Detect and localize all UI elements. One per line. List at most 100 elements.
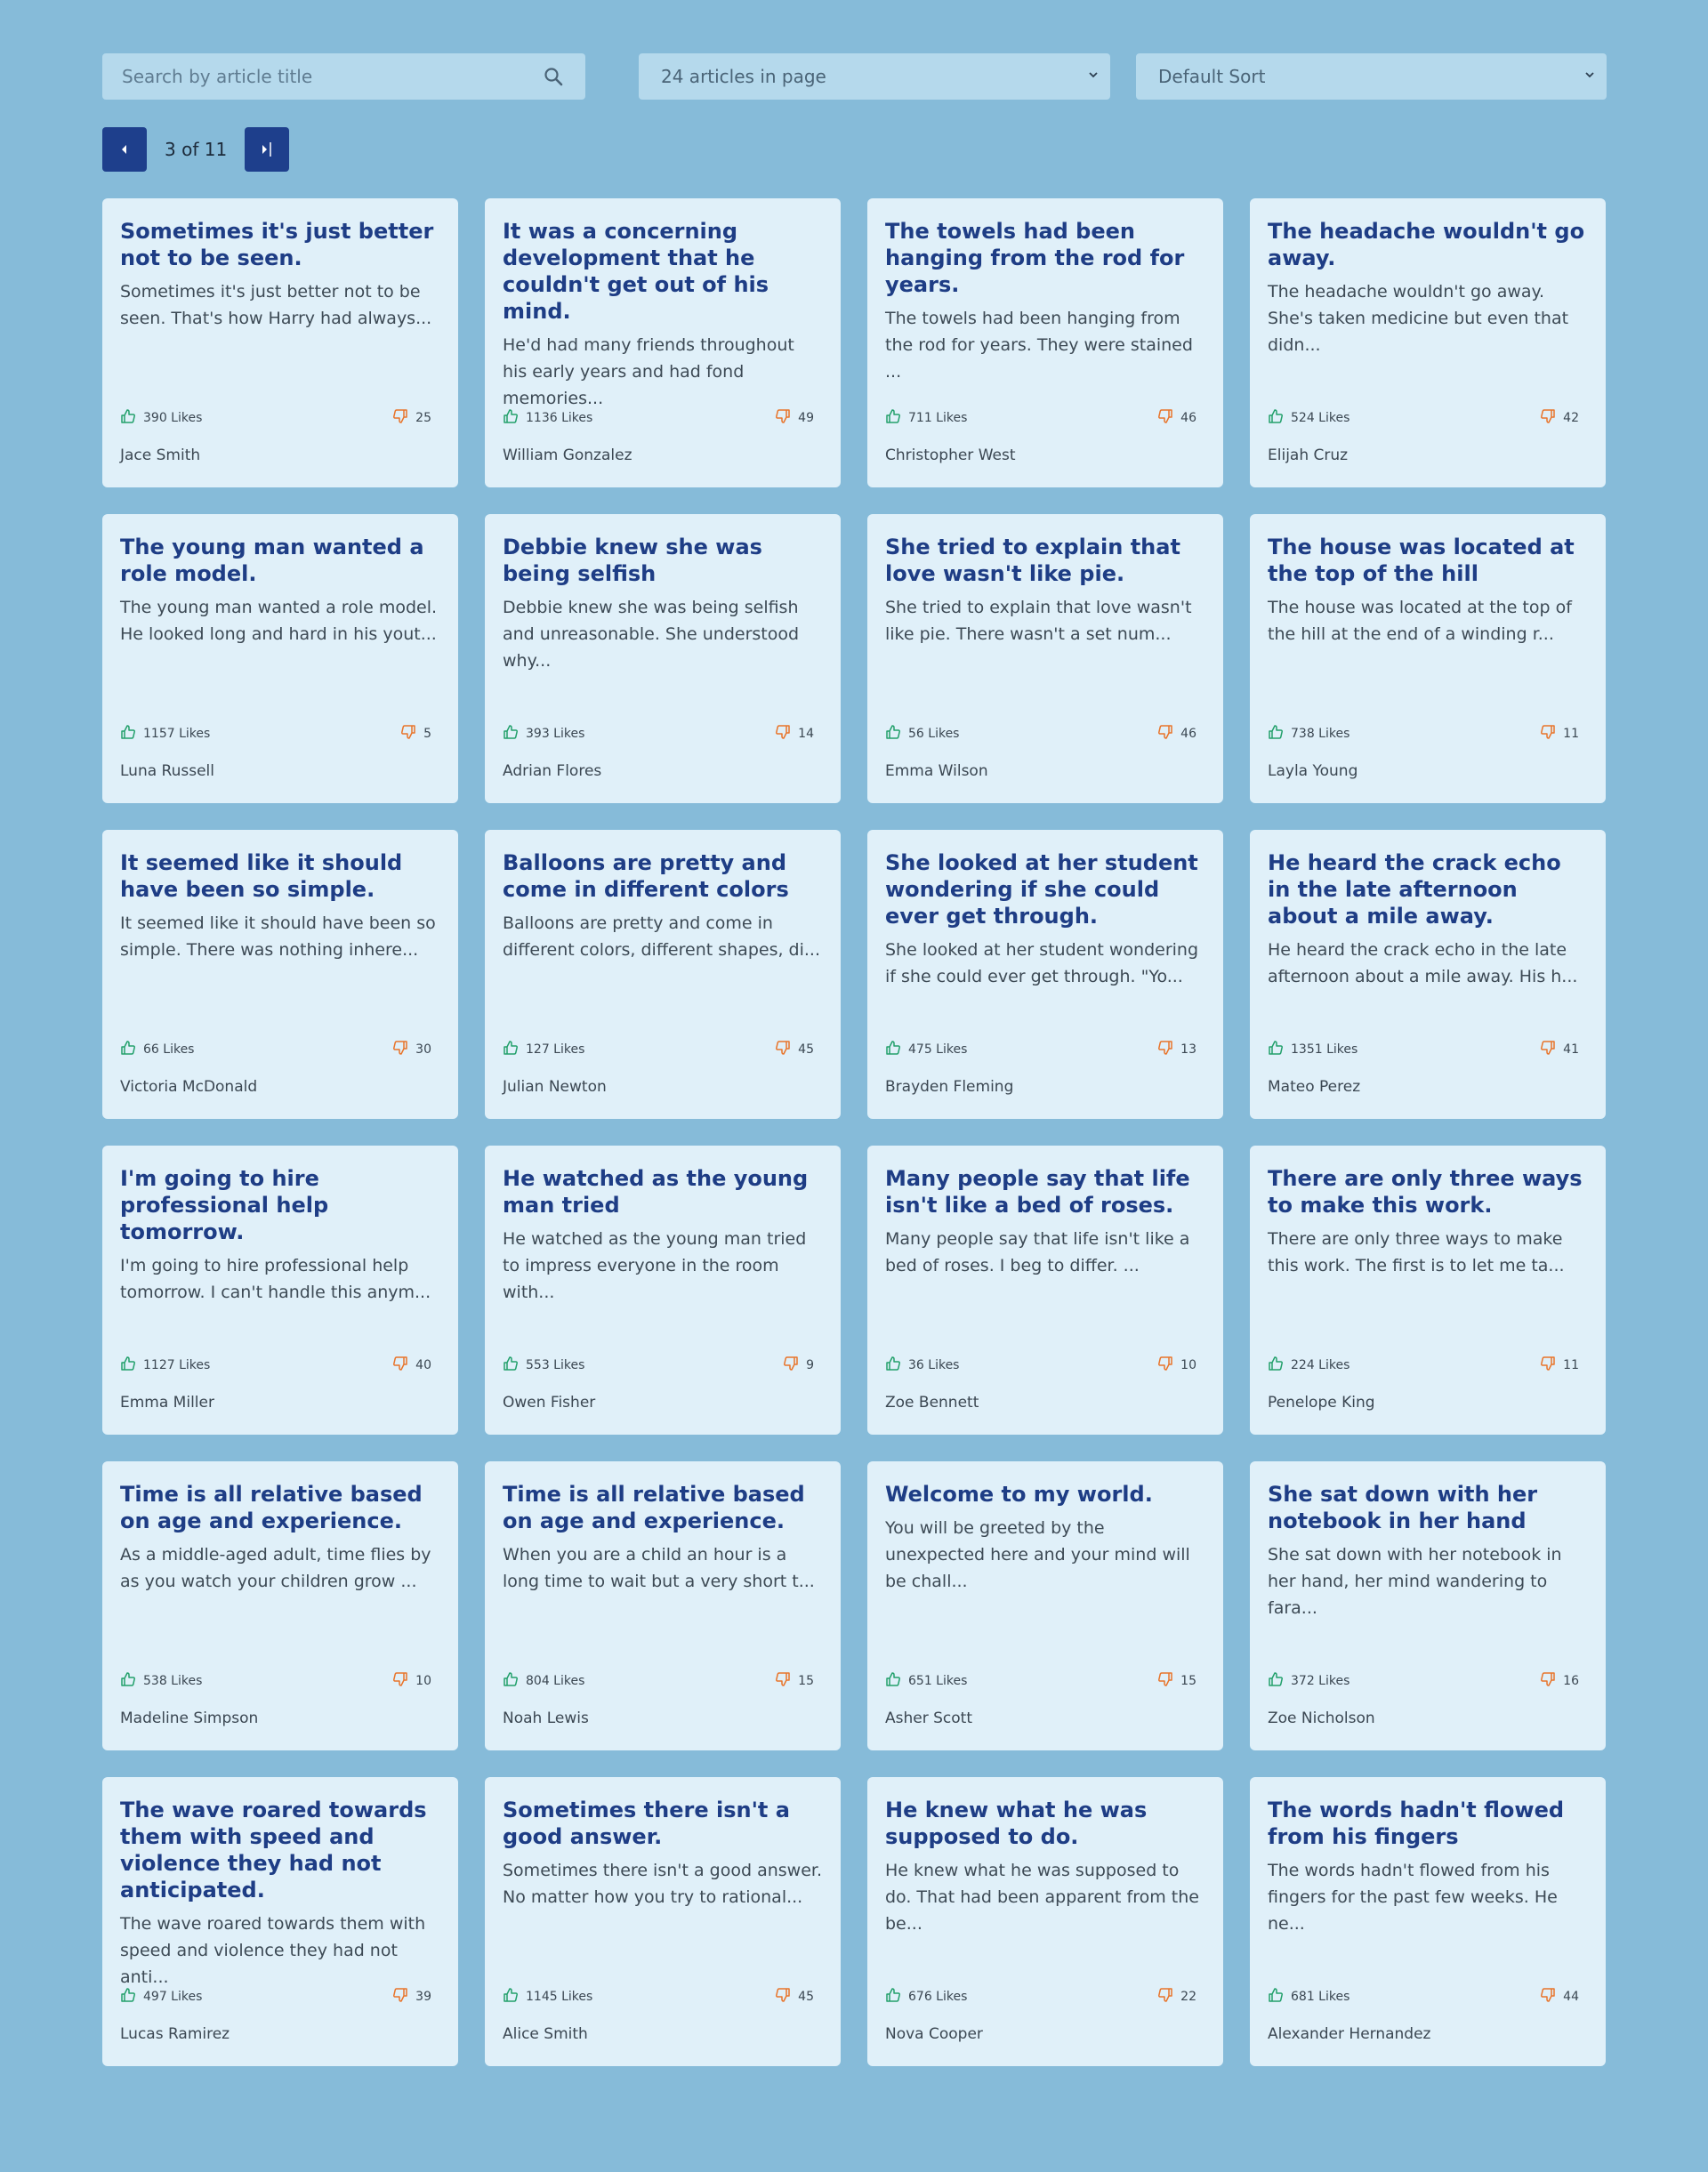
- like-button[interactable]: 651 Likes: [885, 1671, 967, 1691]
- dislike-button[interactable]: 40: [392, 1355, 431, 1375]
- dislike-button[interactable]: 44: [1540, 1987, 1579, 2007]
- article-card[interactable]: The words hadn't flowed from his fingers…: [1250, 1777, 1606, 2066]
- like-button[interactable]: 36 Likes: [885, 1355, 959, 1375]
- article-title[interactable]: I'm going to hire professional help tomo…: [120, 1165, 440, 1245]
- dislike-button[interactable]: 11: [1540, 724, 1579, 744]
- dislike-button[interactable]: 9: [783, 1355, 814, 1375]
- article-title[interactable]: The words hadn't flowed from his fingers: [1268, 1797, 1588, 1850]
- like-button[interactable]: 66 Likes: [120, 1040, 194, 1059]
- article-card[interactable]: She looked at her student wondering if s…: [867, 830, 1223, 1119]
- like-button[interactable]: 224 Likes: [1268, 1355, 1349, 1375]
- dislike-button[interactable]: 39: [392, 1987, 431, 2007]
- dislike-button[interactable]: 25: [392, 408, 431, 428]
- article-title[interactable]: He knew what he was supposed to do.: [885, 1797, 1205, 1850]
- articles-per-page-select[interactable]: 24 articles in page: [639, 53, 1110, 100]
- article-card[interactable]: Sometimes it's just better not to be see…: [102, 198, 458, 487]
- dislike-button[interactable]: 46: [1157, 408, 1196, 428]
- like-button[interactable]: 1136 Likes: [503, 408, 592, 428]
- dislike-button[interactable]: 15: [775, 1671, 814, 1691]
- article-card[interactable]: I'm going to hire professional help tomo…: [102, 1146, 458, 1435]
- dislike-button[interactable]: 46: [1157, 724, 1196, 744]
- like-button[interactable]: 390 Likes: [120, 408, 202, 428]
- article-title[interactable]: Balloons are pretty and come in differen…: [503, 849, 823, 903]
- article-title[interactable]: There are only three ways to make this w…: [1268, 1165, 1588, 1219]
- article-card[interactable]: Time is all relative based on age and ex…: [485, 1461, 841, 1750]
- dislike-button[interactable]: 10: [1157, 1355, 1196, 1375]
- article-title[interactable]: Sometimes there isn't a good answer.: [503, 1797, 823, 1850]
- like-button[interactable]: 372 Likes: [1268, 1671, 1349, 1691]
- article-title[interactable]: The towels had been hanging from the rod…: [885, 218, 1205, 298]
- article-card[interactable]: She tried to explain that love wasn't li…: [867, 514, 1223, 803]
- article-card[interactable]: There are only three ways to make this w…: [1250, 1146, 1606, 1435]
- next-page-button[interactable]: [245, 127, 290, 172]
- article-card[interactable]: The towels had been hanging from the rod…: [867, 198, 1223, 487]
- article-title[interactable]: The wave roared towards them with speed …: [120, 1797, 440, 1903]
- article-card[interactable]: He watched as the young man tried He watc…: [485, 1146, 841, 1435]
- like-button[interactable]: 524 Likes: [1268, 408, 1349, 428]
- like-button[interactable]: 1145 Likes: [503, 1987, 592, 2007]
- dislike-button[interactable]: 45: [775, 1987, 814, 2007]
- article-card[interactable]: The young man wanted a role model. The yo…: [102, 514, 458, 803]
- dislike-button[interactable]: 45: [775, 1040, 814, 1059]
- article-card[interactable]: She sat down with her notebook in her ha…: [1250, 1461, 1606, 1750]
- dislike-button[interactable]: 10: [392, 1671, 431, 1691]
- article-title[interactable]: She looked at her student wondering if s…: [885, 849, 1205, 929]
- article-card[interactable]: Sometimes there isn't a good answer. Some…: [485, 1777, 841, 2066]
- article-title[interactable]: The house was located at the top of the …: [1268, 534, 1588, 587]
- like-button[interactable]: 475 Likes: [885, 1040, 967, 1059]
- article-title[interactable]: Sometimes it's just better not to be see…: [120, 218, 440, 271]
- article-title[interactable]: Welcome to my world.: [885, 1481, 1205, 1508]
- like-button[interactable]: 127 Likes: [503, 1040, 584, 1059]
- like-button[interactable]: 553 Likes: [503, 1355, 584, 1375]
- like-button[interactable]: 676 Likes: [885, 1987, 967, 2007]
- dislike-button[interactable]: 49: [775, 408, 814, 428]
- article-title[interactable]: Debbie knew she was being selfish: [503, 534, 823, 587]
- like-button[interactable]: 1127 Likes: [120, 1355, 210, 1375]
- dislike-button[interactable]: 16: [1540, 1671, 1579, 1691]
- article-card[interactable]: He knew what he was supposed to do. He kn…: [867, 1777, 1223, 2066]
- dislike-button[interactable]: 13: [1157, 1040, 1196, 1059]
- like-button[interactable]: 1351 Likes: [1268, 1040, 1358, 1059]
- sort-select[interactable]: Default Sort: [1136, 53, 1607, 100]
- prev-page-button[interactable]: [102, 127, 147, 172]
- article-title[interactable]: The young man wanted a role model.: [120, 534, 440, 587]
- article-card[interactable]: Many people say that life isn't like a b…: [867, 1146, 1223, 1435]
- article-title[interactable]: It was a concerning development that he …: [503, 218, 823, 325]
- article-title[interactable]: Time is all relative based on age and ex…: [120, 1481, 440, 1534]
- like-button[interactable]: 56 Likes: [885, 724, 959, 744]
- dislike-button[interactable]: 42: [1540, 408, 1579, 428]
- article-card[interactable]: The headache wouldn't go away. The headac…: [1250, 198, 1606, 487]
- dislike-button[interactable]: 15: [1157, 1671, 1196, 1691]
- like-button[interactable]: 804 Likes: [503, 1671, 584, 1691]
- dislike-button[interactable]: 41: [1540, 1040, 1579, 1059]
- dislike-button[interactable]: 11: [1540, 1355, 1579, 1375]
- article-card[interactable]: The house was located at the top of the …: [1250, 514, 1606, 803]
- like-button[interactable]: 738 Likes: [1268, 724, 1349, 744]
- like-button[interactable]: 538 Likes: [120, 1671, 202, 1691]
- article-card[interactable]: Balloons are pretty and come in differen…: [485, 830, 841, 1119]
- like-button[interactable]: 393 Likes: [503, 724, 584, 744]
- article-title[interactable]: Time is all relative based on age and ex…: [503, 1481, 823, 1534]
- search-input[interactable]: [122, 66, 541, 87]
- article-card[interactable]: The wave roared towards them with speed …: [102, 1777, 458, 2066]
- article-title[interactable]: The headache wouldn't go away.: [1268, 218, 1588, 271]
- like-button[interactable]: 681 Likes: [1268, 1987, 1349, 2007]
- article-card[interactable]: Welcome to my world. You will be greeted …: [867, 1461, 1223, 1750]
- search-box[interactable]: [102, 53, 585, 100]
- article-title[interactable]: He watched as the young man tried: [503, 1165, 823, 1219]
- article-card[interactable]: Debbie knew she was being selfish Debbie …: [485, 514, 841, 803]
- article-card[interactable]: Time is all relative based on age and ex…: [102, 1461, 458, 1750]
- dislike-button[interactable]: 5: [400, 724, 431, 744]
- article-title[interactable]: Many people say that life isn't like a b…: [885, 1165, 1205, 1219]
- dislike-button[interactable]: 22: [1157, 1987, 1196, 2007]
- like-button[interactable]: 497 Likes: [120, 1987, 202, 2007]
- dislike-button[interactable]: 30: [392, 1040, 431, 1059]
- article-title[interactable]: She tried to explain that love wasn't li…: [885, 534, 1205, 587]
- article-card[interactable]: It seemed like it should have been so si…: [102, 830, 458, 1119]
- article-title[interactable]: She sat down with her notebook in her ha…: [1268, 1481, 1588, 1534]
- article-card[interactable]: It was a concerning development that he …: [485, 198, 841, 487]
- like-button[interactable]: 1157 Likes: [120, 724, 210, 744]
- article-title[interactable]: It seemed like it should have been so si…: [120, 849, 440, 903]
- like-button[interactable]: 711 Likes: [885, 408, 967, 428]
- article-card[interactable]: He heard the crack echo in the late afte…: [1250, 830, 1606, 1119]
